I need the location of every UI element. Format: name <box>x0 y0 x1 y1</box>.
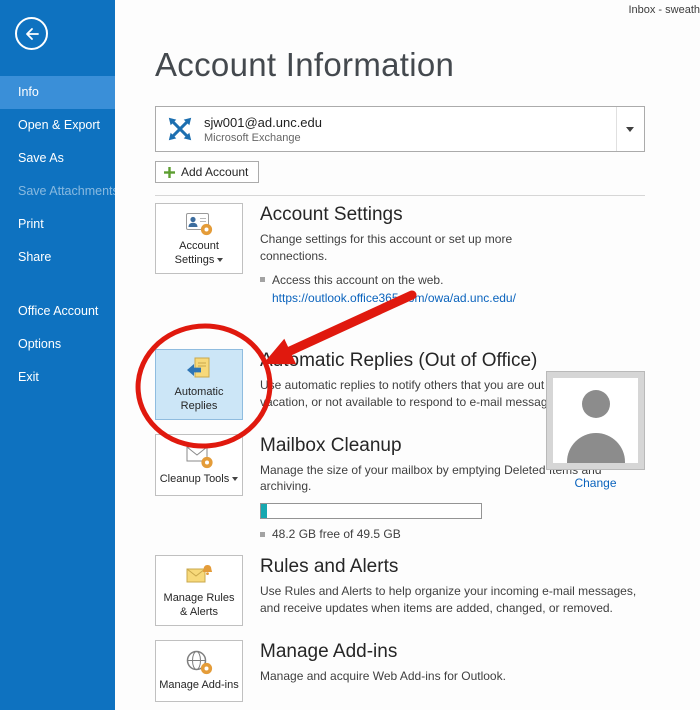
cleanup-tools-button-label: Cleanup Tools <box>160 473 239 487</box>
account-information-page: Inbox - sweath Account Information <box>115 0 700 710</box>
account-settings-button[interactable]: Account Settings <box>155 203 243 274</box>
backstage-menu: Info Open & Export Save As Save Attachme… <box>0 76 115 394</box>
account-settings-icon <box>184 209 214 237</box>
manage-addins-text: Manage Add-ins Manage and acquire Web Ad… <box>260 640 645 685</box>
web-access-bullet: Access this account on the web. <box>260 273 645 287</box>
storage-bar-fill <box>261 504 267 518</box>
storage-bullet: 48.2 GB free of 49.5 GB <box>260 527 645 541</box>
window-title: Inbox - sweath <box>628 4 700 16</box>
silhouette-body <box>567 433 625 463</box>
dropdown-caret-icon <box>217 258 223 262</box>
sidebar-item-office-account[interactable]: Office Account <box>0 295 115 328</box>
sidebar-item-save-attachments: Save Attachments <box>0 175 115 208</box>
rules-alerts-description: Use Rules and Alerts to help organize yo… <box>260 583 645 617</box>
sidebar-item-exit[interactable]: Exit <box>0 361 115 394</box>
sidebar-item-save-as[interactable]: Save As <box>0 142 115 175</box>
manage-addins-button[interactable]: Manage Add-ins <box>155 640 243 702</box>
sidebar-item-info[interactable]: Info <box>0 76 115 109</box>
dropdown-caret-icon <box>232 477 238 481</box>
account-email: sjw001@ad.unc.edu <box>204 115 322 130</box>
manage-addins-button-label: Manage Add-ins <box>159 679 239 693</box>
storage-text: 48.2 GB free of 49.5 GB <box>272 527 401 541</box>
bullet-square-icon <box>260 277 265 282</box>
manage-addins-description: Manage and acquire Web Add-ins for Outlo… <box>260 668 645 685</box>
account-identity: sjw001@ad.unc.edu Microsoft Exchange <box>204 115 322 144</box>
exchange-account-icon <box>166 115 194 143</box>
account-type: Microsoft Exchange <box>204 132 322 144</box>
sidebar-item-share[interactable]: Share <box>0 241 115 274</box>
rules-alerts-icon <box>184 561 214 589</box>
page-title: Account Information <box>155 46 645 84</box>
cleanup-tools-button[interactable]: Cleanup Tools <box>155 434 243 496</box>
automatic-replies-icon <box>184 355 214 383</box>
manage-rules-alerts-button[interactable]: Manage Rules & Alerts <box>155 555 243 626</box>
sidebar-item-print[interactable]: Print <box>0 208 115 241</box>
manage-addins-section: Manage Add-ins Manage Add-ins Manage and… <box>155 640 645 702</box>
divider <box>155 195 645 196</box>
cleanup-tools-icon <box>184 442 214 470</box>
manage-addins-icon <box>184 648 214 676</box>
backstage-view: Info Open & Export Save As Save Attachme… <box>0 0 700 710</box>
automatic-replies-button[interactable]: Automatic Replies <box>155 349 243 420</box>
owa-link[interactable]: https://outlook.office365.com/owa/ad.unc… <box>272 291 516 305</box>
rules-alerts-text: Rules and Alerts Use Rules and Alerts to… <box>260 555 645 617</box>
manage-addins-heading: Manage Add-ins <box>260 641 645 663</box>
manage-rules-alerts-button-label: Manage Rules & Alerts <box>159 592 239 620</box>
mailbox-storage-bar <box>260 503 482 519</box>
account-dropdown-arrow[interactable] <box>616 107 634 151</box>
chevron-down-icon <box>626 127 634 132</box>
plus-icon <box>164 167 175 178</box>
backstage-sidebar: Info Open & Export Save As Save Attachme… <box>0 0 115 710</box>
account-settings-description: Change settings for this account or set … <box>260 231 555 265</box>
account-settings-text: Account Settings Change settings for thi… <box>260 203 645 307</box>
web-access-text: Access this account on the web. <box>272 273 443 287</box>
back-arrow-icon <box>24 27 40 41</box>
change-photo-link[interactable]: Change <box>574 476 616 490</box>
sidebar-item-options[interactable]: Options <box>0 328 115 361</box>
silhouette-head <box>582 390 610 418</box>
account-settings-button-label: Account Settings <box>159 240 239 268</box>
profile-photo-card: Change <box>546 371 645 492</box>
automatic-replies-heading: Automatic Replies (Out of Office) <box>260 350 645 372</box>
back-button[interactable] <box>15 17 48 50</box>
add-account-button[interactable]: Add Account <box>155 161 259 183</box>
profile-photo-frame <box>546 371 645 470</box>
account-selector-dropdown[interactable]: sjw001@ad.unc.edu Microsoft Exchange <box>155 106 645 152</box>
add-account-label: Add Account <box>181 165 248 179</box>
section-rows: Change <box>155 203 645 702</box>
bullet-square-icon <box>260 532 265 537</box>
profile-photo-placeholder <box>553 378 638 463</box>
rules-alerts-heading: Rules and Alerts <box>260 556 645 578</box>
account-settings-section: Account Settings Account Settings Change… <box>155 203 645 331</box>
automatic-replies-button-label: Automatic Replies <box>159 386 239 414</box>
account-settings-heading: Account Settings <box>260 204 645 226</box>
sidebar-item-open-export[interactable]: Open & Export <box>0 109 115 142</box>
rules-alerts-section: Manage Rules & Alerts Rules and Alerts U… <box>155 555 645 626</box>
